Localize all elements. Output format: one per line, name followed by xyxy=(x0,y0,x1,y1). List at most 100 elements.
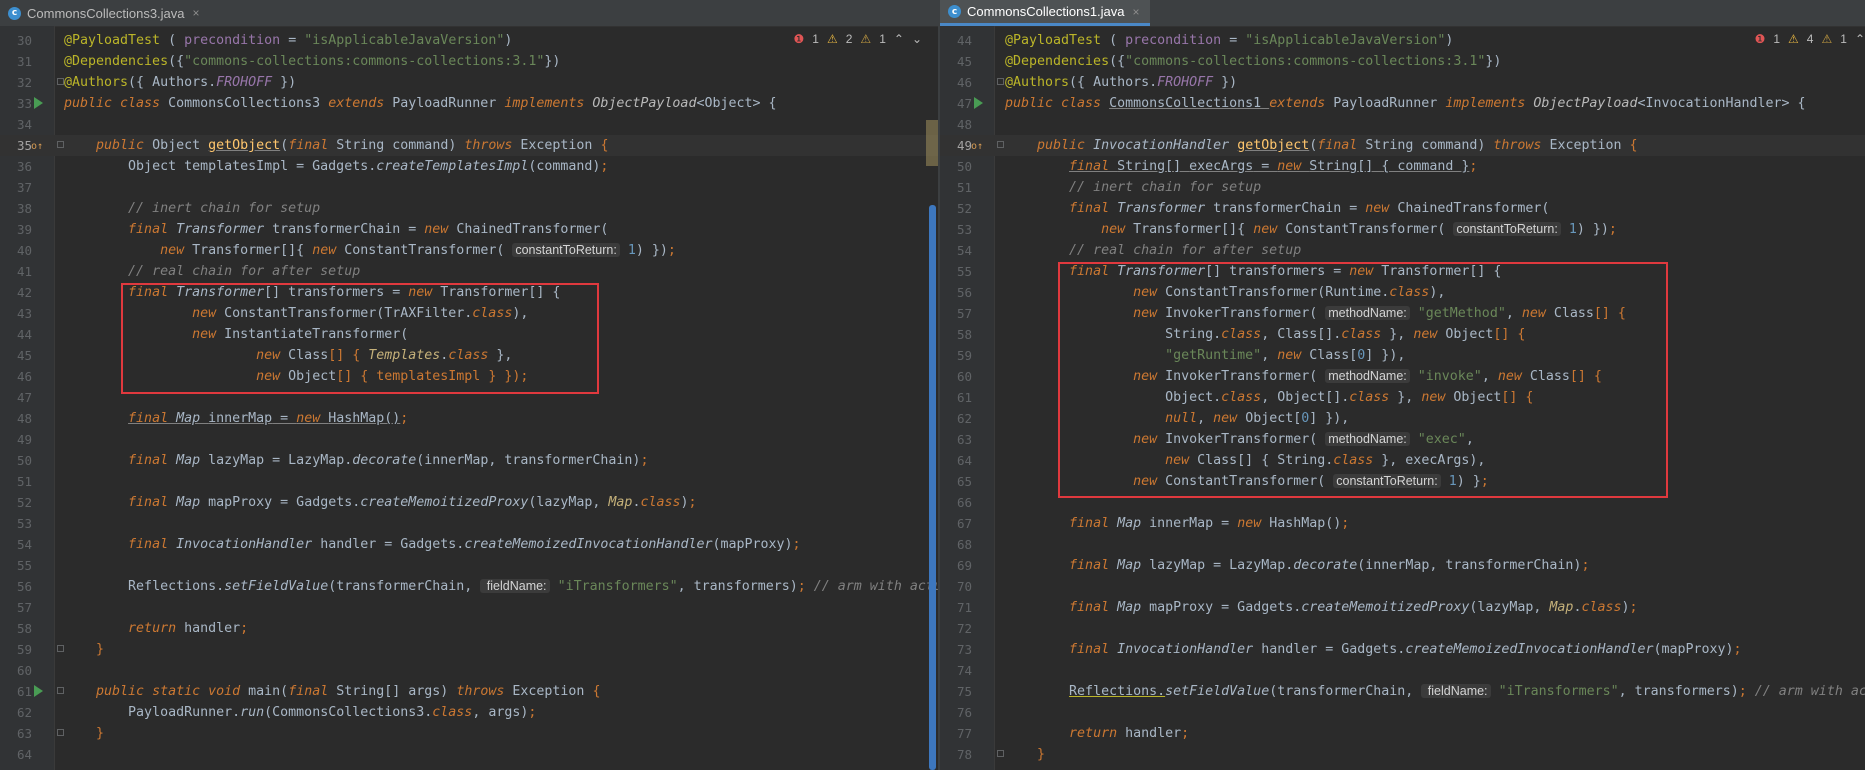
override-gutter-icon[interactable]: o↑ xyxy=(31,136,43,157)
code-token: transformerChain = xyxy=(1213,201,1366,216)
code-line: 31 @Dependencies({"commons-collections:co… xyxy=(0,51,940,72)
code-line: 67 final Map innerMap = new HashMap(); xyxy=(940,513,1865,534)
code-token: ({ xyxy=(168,54,185,69)
line-number: 55 xyxy=(16,558,32,573)
line-number: 62 xyxy=(16,705,32,720)
code-line: 48 xyxy=(940,114,1865,135)
code-token: ; xyxy=(640,453,649,468)
code-line: 62 PayloadRunner.run(CommonsCollections3… xyxy=(0,702,940,723)
code-text: @Authors({ Authors.FROHOFF }) xyxy=(64,72,296,93)
highlight-box-transformers xyxy=(121,283,599,394)
line-number: 30 xyxy=(16,33,32,48)
right-editor-pane[interactable]: c CommonsCollections1.java × ❶1 ⚠ 4 ⚠ 1 ⌃ … xyxy=(940,0,1865,770)
code-token: @Authors xyxy=(1005,75,1070,90)
code-token: ChainedTransformer( xyxy=(1397,201,1550,216)
fold-marker[interactable] xyxy=(997,78,1004,85)
line-number: 58 xyxy=(956,327,972,342)
code-token: { xyxy=(600,138,609,153)
code-token: 1 xyxy=(1568,222,1577,237)
code-token: }) xyxy=(544,54,561,69)
code-token: (mapProxy) xyxy=(712,537,793,552)
code-text: final InvocationHandler handler = Gadget… xyxy=(64,534,801,555)
line-number: 44 xyxy=(956,33,972,48)
code-line: 70 xyxy=(940,576,1865,597)
code-token: ; xyxy=(240,621,249,636)
close-icon[interactable]: × xyxy=(193,6,200,20)
code-token: Transformer xyxy=(176,222,273,237)
code-token: (transformerChain, xyxy=(1269,684,1422,699)
run-gutter-icon[interactable] xyxy=(34,685,43,697)
run-gutter-icon[interactable] xyxy=(34,97,43,109)
run-gutter-icon[interactable] xyxy=(974,97,983,109)
code-text: // inert chain for setup xyxy=(1005,177,1261,198)
close-icon[interactable]: × xyxy=(1133,5,1140,19)
code-token: return xyxy=(128,621,185,636)
code-token: class xyxy=(432,705,473,720)
fold-marker[interactable] xyxy=(57,729,64,736)
code-token: String[] args) xyxy=(336,684,457,699)
code-token: final xyxy=(1069,201,1118,216)
code-line: 54 // real chain for after setup xyxy=(940,240,1865,261)
code-token: ({ Authors. xyxy=(128,75,217,90)
code-token: String[] { command } xyxy=(1309,159,1470,174)
line-number: 55 xyxy=(956,264,972,279)
code-text: Object templatesImpl = Gadgets.createTem… xyxy=(64,156,608,177)
code-token: Map xyxy=(176,495,209,510)
vertical-scrollbar[interactable] xyxy=(929,205,936,770)
tab-title: CommonsCollections1.java xyxy=(967,4,1125,19)
code-token: handler xyxy=(184,621,241,636)
fold-marker[interactable] xyxy=(57,78,64,85)
tab-commons-collections1[interactable]: c CommonsCollections1.java × xyxy=(940,0,1150,26)
code-token: ) xyxy=(1621,600,1630,615)
override-gutter-icon[interactable]: o↑ xyxy=(971,136,983,157)
fold-marker[interactable] xyxy=(997,750,1004,757)
line-number: 60 xyxy=(16,663,32,678)
code-token: @Authors xyxy=(64,75,129,90)
code-token: "commons-collections:commons-collections… xyxy=(184,54,545,69)
code-token: handler = Gadgets. xyxy=(320,537,465,552)
code-token: final xyxy=(1069,558,1118,573)
line-number: 34 xyxy=(16,117,32,132)
code-text: PayloadRunner.run(CommonsCollections3.cl… xyxy=(64,702,536,723)
code-token: implements xyxy=(504,96,593,111)
code-token: public static void xyxy=(96,684,249,699)
code-text: final Transformer transformerChain = new… xyxy=(1005,198,1549,219)
line-number: 38 xyxy=(16,201,32,216)
code-token: throws xyxy=(456,684,513,699)
code-token: ; xyxy=(400,411,409,426)
fold-marker[interactable] xyxy=(57,645,64,652)
code-line: 77 return handler; xyxy=(940,723,1865,744)
line-number: 57 xyxy=(16,600,32,615)
code-token: , transformers) xyxy=(1618,684,1739,699)
code-token: InvocationHandler xyxy=(1093,138,1238,153)
fold-marker[interactable] xyxy=(57,141,64,148)
code-line: 46 @Authors({ Authors.FROHOFF }) xyxy=(940,72,1865,93)
code-token: extends xyxy=(328,96,393,111)
line-number: 56 xyxy=(956,285,972,300)
code-token: { xyxy=(1629,138,1638,153)
code-text: @Dependencies({"commons-collections:comm… xyxy=(64,51,560,72)
tab-commons-collections3[interactable]: c CommonsCollections3.java × xyxy=(0,0,210,26)
fold-marker[interactable] xyxy=(997,141,1004,148)
line-number: 47 xyxy=(16,390,32,405)
code-text: @PayloadTest ( precondition = "isApplica… xyxy=(1005,30,1453,51)
code-text: final Map lazyMap = LazyMap.decorate(inn… xyxy=(64,450,648,471)
code-token: }) xyxy=(1485,54,1502,69)
fold-marker[interactable] xyxy=(57,687,64,694)
code-token: public class xyxy=(64,96,169,111)
line-number: 74 xyxy=(956,663,972,678)
code-text: public class CommonsCollections1 extends… xyxy=(1005,93,1806,114)
code-token: return xyxy=(1069,726,1126,741)
code-token: Transformer[]{ xyxy=(192,243,313,258)
code-token: FROHOFF xyxy=(1157,75,1214,90)
code-token: public xyxy=(1037,138,1094,153)
code-token: innerMap xyxy=(208,411,273,426)
left-editor-pane[interactable]: c CommonsCollections3.java × ❶1 ⚠ 2 ⚠ 1 ⌃ … xyxy=(0,0,940,770)
code-token: Map xyxy=(176,411,209,426)
code-line: 40 new Transformer[]{ new ConstantTransf… xyxy=(0,240,940,261)
code-token: getObject xyxy=(1237,138,1310,153)
code-token: final xyxy=(1069,516,1118,531)
code-line: 61 public static void main(final String[… xyxy=(0,681,940,702)
